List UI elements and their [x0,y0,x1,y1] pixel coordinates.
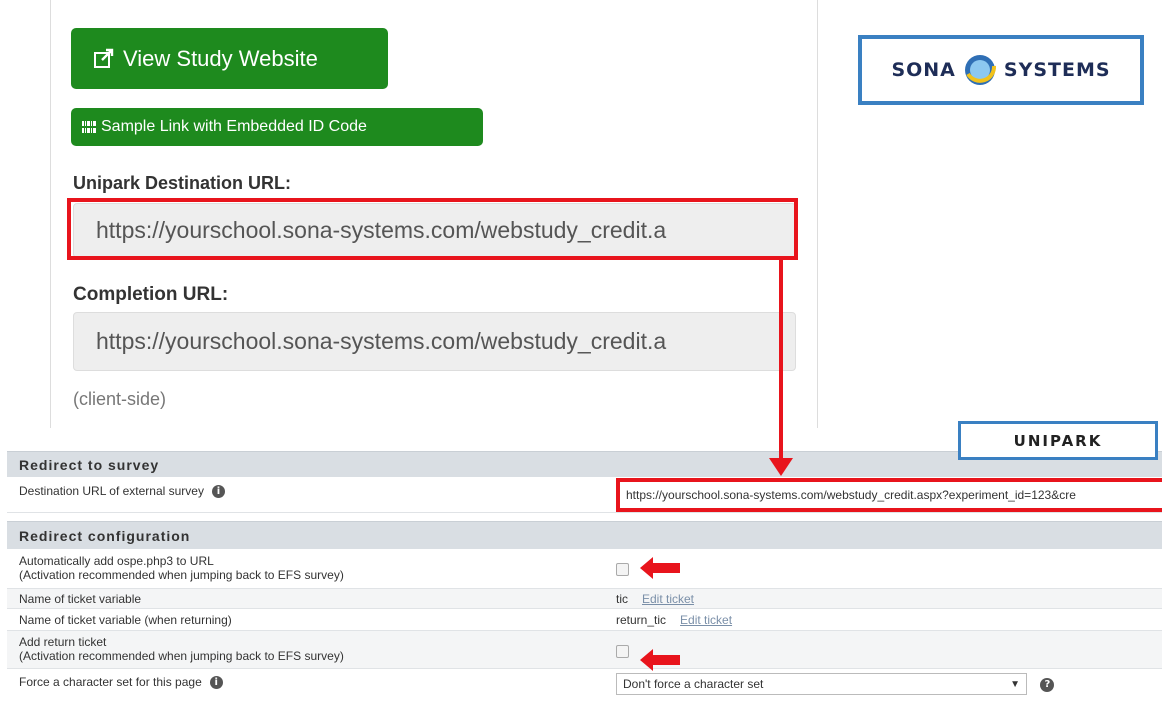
annotation-overlay [640,260,793,671]
arrow-left-icon [640,557,680,579]
arrow-left-icon [640,649,680,671]
connector-arrow [769,260,793,476]
